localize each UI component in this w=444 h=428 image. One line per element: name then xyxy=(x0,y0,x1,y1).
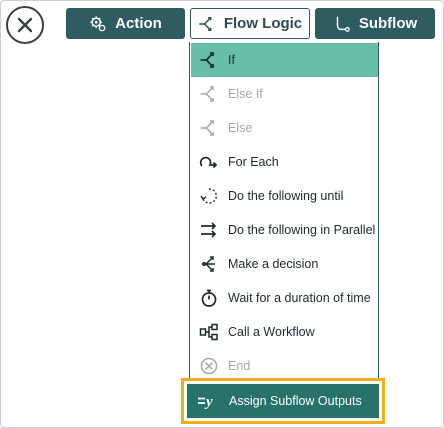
close-icon xyxy=(17,17,33,33)
menu-item-else-if: Else If xyxy=(191,77,378,111)
menu-item-label: If xyxy=(228,53,235,67)
dashed-loop-icon xyxy=(199,186,219,206)
branch-icon xyxy=(199,118,219,138)
menu-item-label: Call a Workflow xyxy=(228,325,315,339)
menu-item-decision[interactable]: Make a decision xyxy=(191,247,378,281)
menu-item-label: Make a decision xyxy=(228,257,319,271)
flow-logic-dropdown: If Else If Else For Each Do the followin… xyxy=(189,42,379,382)
action-button-label: Action xyxy=(115,15,162,32)
menu-item-label: Do the following until xyxy=(228,189,344,203)
menu-item-label: For Each xyxy=(228,155,279,169)
assign-highlight: y Assign Subflow Outputs xyxy=(181,378,385,424)
menu-item-label: Assign Subflow Outputs xyxy=(229,394,362,408)
gear-icon xyxy=(90,15,106,31)
subflow-icon xyxy=(336,16,350,32)
action-button[interactable]: Action xyxy=(66,8,185,39)
parallel-arrows-icon xyxy=(199,220,219,240)
menu-item-label: Else xyxy=(228,121,253,135)
branch-icon xyxy=(199,84,219,104)
menu-item-label: Else If xyxy=(228,87,263,101)
workflow-icon xyxy=(199,322,219,342)
menu-item-parallel[interactable]: Do the following in Parallel xyxy=(191,213,378,247)
branch-icon xyxy=(199,50,219,70)
menu-item-wait[interactable]: Wait for a duration of time xyxy=(191,281,378,315)
menu-item-do-until[interactable]: Do the following until xyxy=(191,179,378,213)
menu-item-label: Do the following in Parallel xyxy=(228,223,376,237)
decision-icon xyxy=(199,254,219,274)
menu-item-call-workflow[interactable]: Call a Workflow xyxy=(191,315,378,349)
menu-item-label: Wait for a duration of time xyxy=(228,291,371,305)
menu-item-if[interactable]: If xyxy=(191,43,378,77)
menu-item-for-each[interactable]: For Each xyxy=(191,145,378,179)
subflow-button[interactable]: Subflow xyxy=(315,8,435,39)
menu-item-assign-subflow-outputs[interactable]: y Assign Subflow Outputs xyxy=(187,384,379,418)
flow-logic-button[interactable]: Flow Logic xyxy=(190,8,310,39)
assign-outputs-icon: y xyxy=(197,391,219,411)
menu-item-else: Else xyxy=(191,111,378,145)
flow-logic-button-label: Flow Logic xyxy=(223,15,303,32)
loop-arrow-icon xyxy=(199,152,219,172)
menu-item-label: End xyxy=(228,359,251,373)
subflow-button-label: Subflow xyxy=(358,15,418,32)
svg-text:y: y xyxy=(204,394,213,410)
branch-icon xyxy=(199,16,212,31)
end-icon xyxy=(199,356,219,376)
stopwatch-icon xyxy=(199,288,219,308)
close-button[interactable] xyxy=(6,6,44,44)
